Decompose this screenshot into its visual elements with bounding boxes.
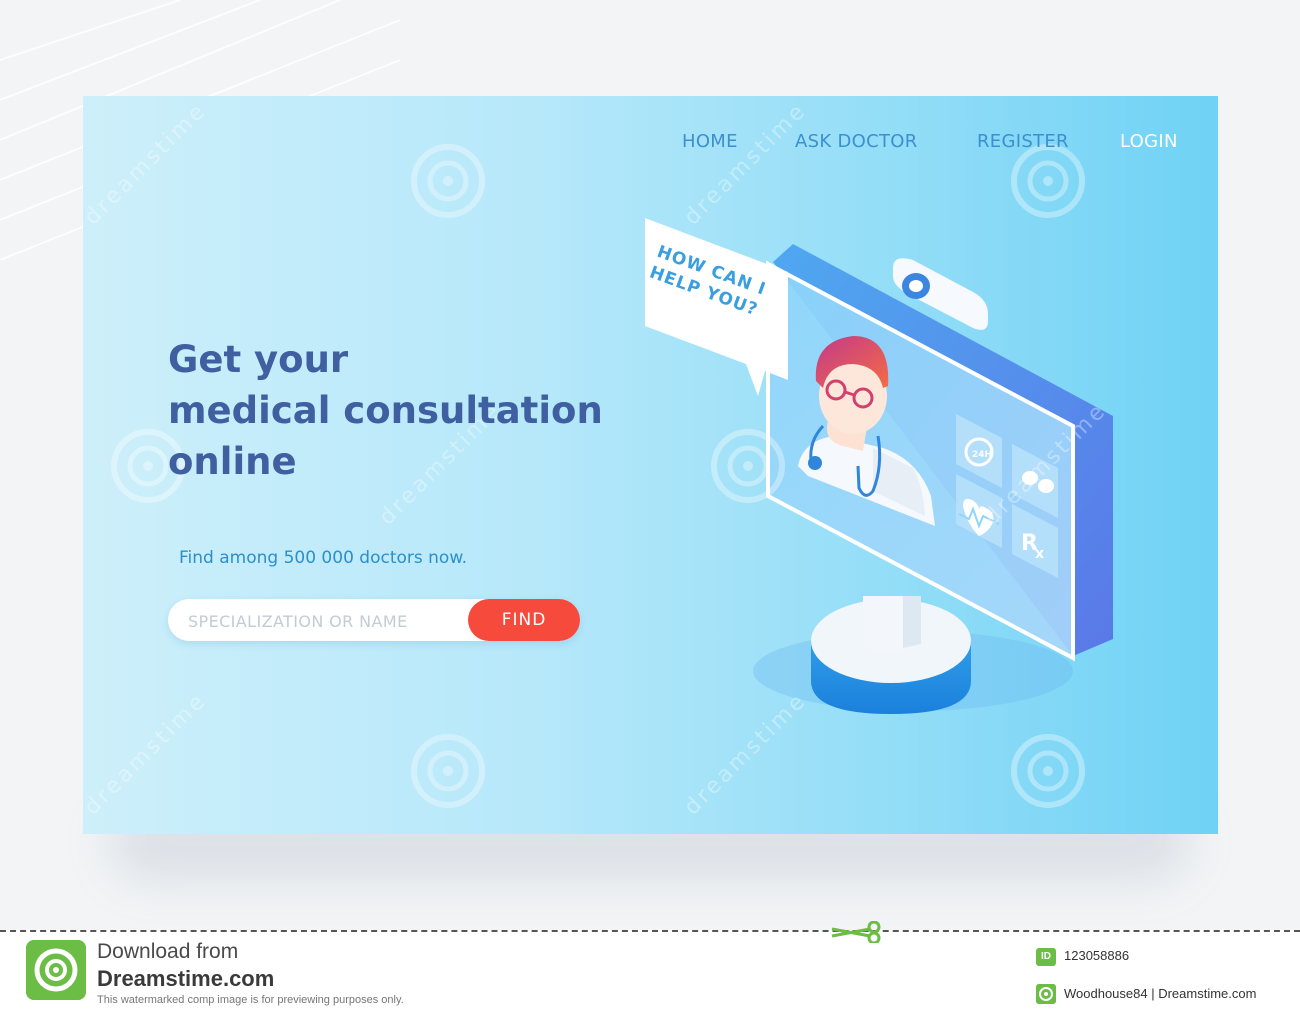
dreamstime-logo-icon <box>1011 734 1085 808</box>
dreamstime-logo-icon <box>411 144 485 218</box>
page-title-line-3: online <box>168 440 297 483</box>
tile-24h-label: 24H <box>972 450 992 460</box>
id-badge-icon: ID <box>1036 948 1056 966</box>
svg-text:x: x <box>1035 546 1044 562</box>
page-title-line-2: medical consultation <box>168 389 603 432</box>
watermark-text: dreamstime <box>83 98 212 230</box>
doctor-count-text: Find among 500 000 doctors now. <box>179 548 468 568</box>
copyright-icon <box>1036 984 1056 1004</box>
footer-disclaimer: This watermarked comp image is for previ… <box>97 994 404 1006</box>
search-bar: FIND <box>168 599 580 643</box>
author-credit: Woodhouse84 | Dreamstime.com <box>1064 986 1257 1001</box>
speech-bubble: HOW CAN I HELP YOU? <box>645 218 788 396</box>
monitor-stand <box>811 596 971 714</box>
watermark-text: dreamstime <box>83 688 212 820</box>
scissors-icon <box>831 921 881 943</box>
dreamstime-logo-icon <box>1011 144 1085 218</box>
dreamstime-logo-icon <box>26 940 86 1000</box>
watermark-text: dreamstime <box>680 688 812 820</box>
watermark-text: dreamstime <box>680 98 812 230</box>
footer-download-text: Download from <box>97 940 239 963</box>
cut-line <box>0 930 1300 932</box>
image-id: 123058886 <box>1064 948 1130 963</box>
nav-home-link[interactable]: HOME <box>682 131 738 152</box>
page-title: Get your medical consultation online <box>168 334 603 487</box>
nav-register-link[interactable]: REGISTER <box>977 131 1069 152</box>
dreamstime-logo-icon <box>411 734 485 808</box>
watermark-footer: Download from Dreamstime.com This waterm… <box>0 921 1300 1021</box>
page-title-line-1: Get your <box>168 338 349 381</box>
footer-site-name: Dreamstime.com <box>97 966 275 991</box>
nav-ask-doctor-link[interactable]: ASK DOCTOR <box>795 131 918 152</box>
hero-section: HOW CAN I HELP YOU? 24H R x dreamstime d… <box>83 96 1218 834</box>
search-input[interactable] <box>186 599 460 643</box>
find-button[interactable]: FIND <box>468 599 580 641</box>
nav-login-link[interactable]: LOGIN <box>1120 131 1178 152</box>
